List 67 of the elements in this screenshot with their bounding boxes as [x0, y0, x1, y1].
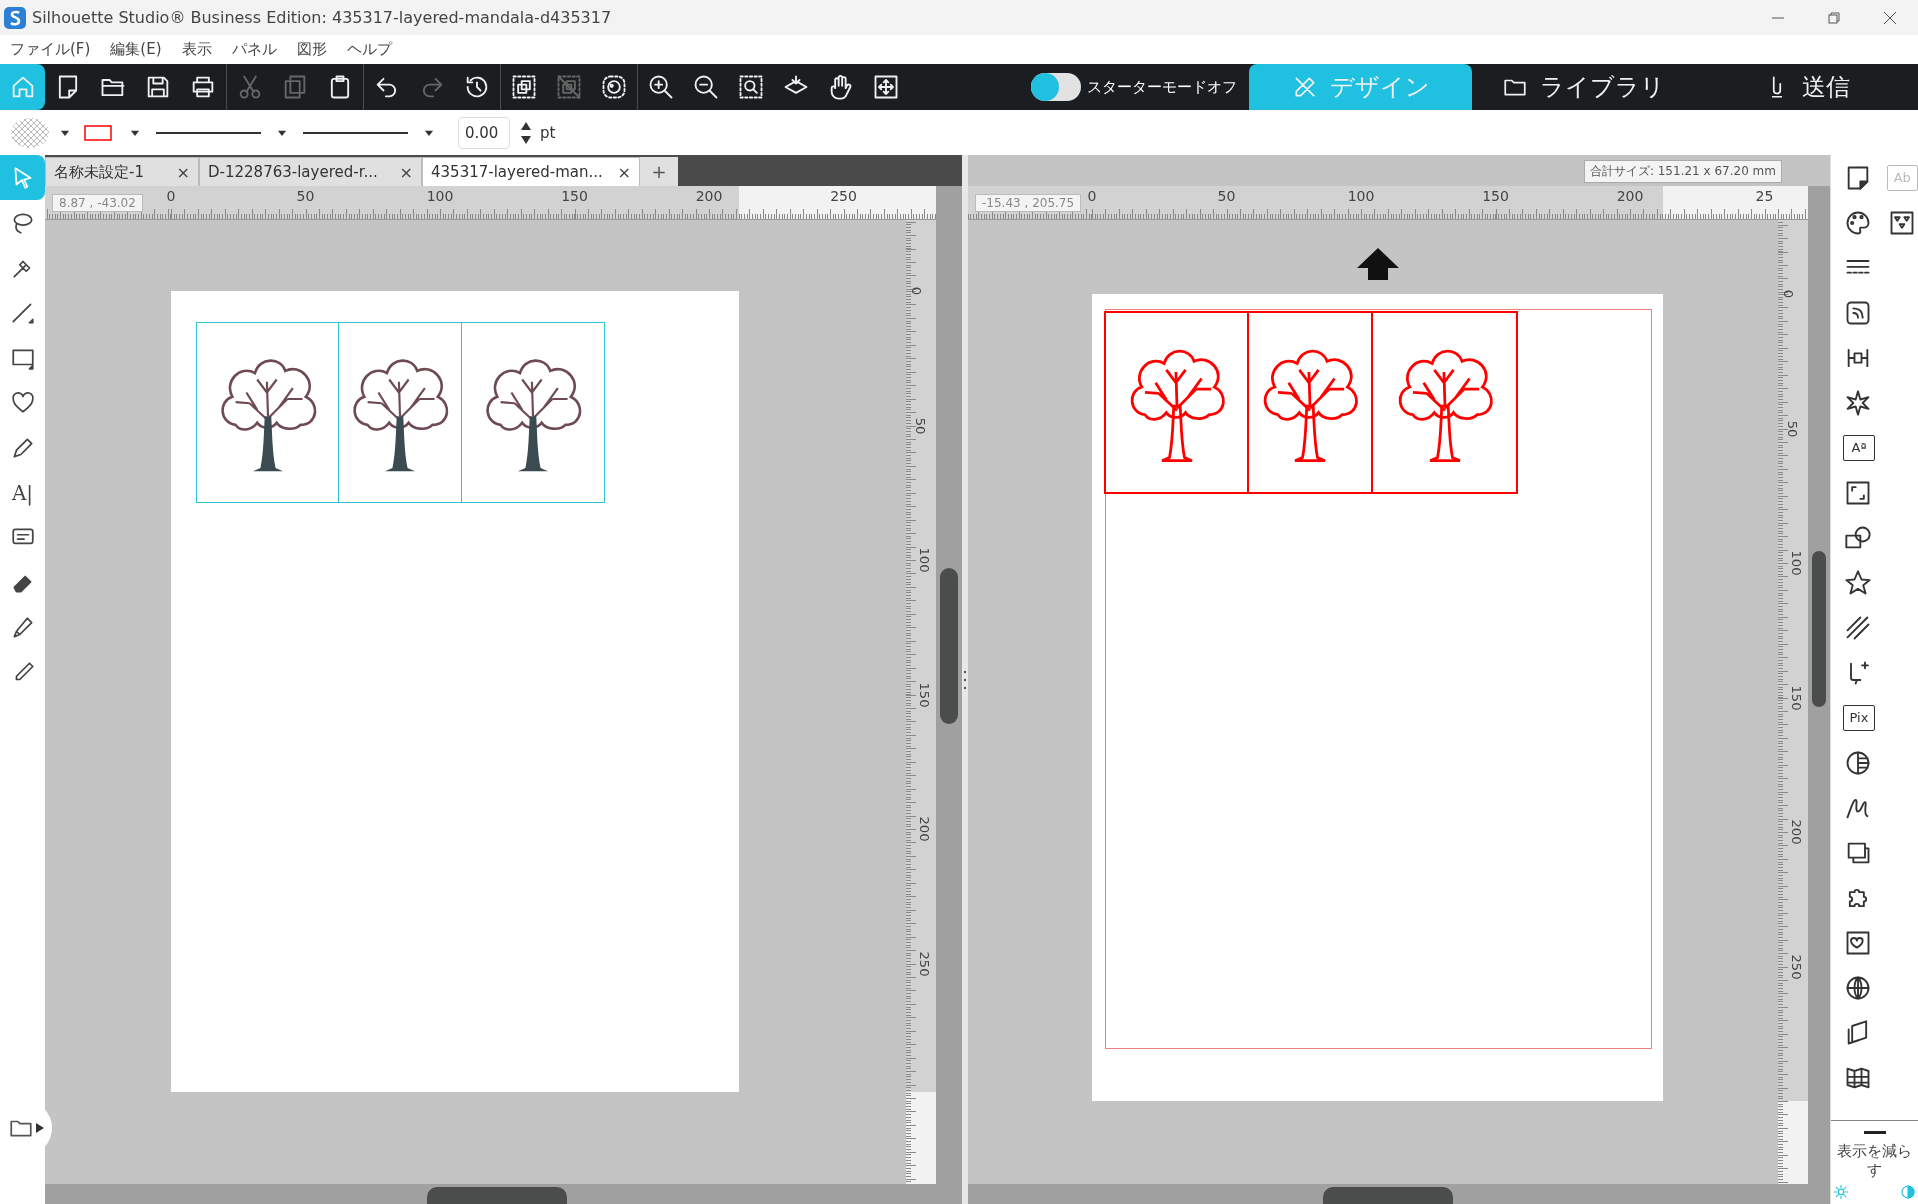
text-tool[interactable]: A|	[0, 470, 45, 515]
app-logo-icon	[4, 6, 26, 29]
line-style-sample[interactable]	[156, 131, 261, 134]
tab-close-button[interactable]: ×	[399, 162, 413, 182]
star-icon	[1844, 568, 1872, 597]
half-circle-icon	[1900, 1184, 1916, 1200]
mode-tab[interactable]: 送信	[1695, 64, 1918, 110]
document-tab[interactable]: D-1228763-layered-r... ×	[199, 157, 422, 186]
ruler-label: 250	[916, 951, 932, 976]
ruler-label: 0	[1087, 188, 1097, 204]
ruler-label: 100	[1347, 188, 1375, 204]
ruler-label: 100	[916, 547, 932, 573]
ruler-label: 50	[296, 188, 315, 204]
line-style-sample[interactable]	[303, 131, 408, 134]
line-width-field[interactable]: 0.00	[458, 116, 510, 149]
line-color-swatch[interactable]	[84, 124, 112, 141]
mode-tab[interactable]: ライブラリ	[1472, 64, 1695, 110]
scrollbar-thumb[interactable]	[1323, 1187, 1453, 1204]
menu-item[interactable]: 図形	[286, 40, 337, 59]
size-readout: 合計サイズ: 151.21 x 67.20 mm	[1583, 160, 1782, 183]
ruler-label: 200	[916, 816, 932, 842]
cursor-coordinates: 8.87 , -43.02	[52, 194, 143, 212]
ruler-label: 0	[1780, 289, 1796, 299]
ruler-label: 150	[1788, 685, 1804, 710]
ruler-label: 150	[1482, 188, 1509, 204]
document-tab[interactable]: 435317-layered-man... ×	[422, 157, 640, 186]
document-tab[interactable]: 名称未設定-1 ×	[45, 157, 199, 186]
new-tab-button[interactable]: +	[640, 157, 678, 186]
ruler-label: 25	[1755, 188, 1774, 204]
ruler-label: 200	[1788, 819, 1804, 845]
menu-item[interactable]: 表示	[171, 40, 222, 59]
ruler-label: 150	[916, 682, 932, 707]
ruler-label: 100	[1788, 550, 1804, 576]
scrollbar-thumb[interactable]	[427, 1187, 567, 1204]
tab-close-button[interactable]: ×	[617, 162, 631, 182]
gear-icon	[1833, 1184, 1849, 1200]
ruler-label: 50	[1217, 188, 1236, 204]
ruler-label: 100	[426, 188, 454, 204]
ruler-label: 50	[1784, 420, 1800, 437]
scrollbar-thumb[interactable]	[1812, 551, 1826, 707]
tab-close-button[interactable]: ×	[176, 162, 190, 182]
ruler-label: 50	[912, 417, 928, 434]
menu-item[interactable]: 編集(E)	[100, 40, 172, 59]
show-less-button[interactable]: 表示を減らす	[1831, 1120, 1918, 1180]
toggle-switch[interactable]	[1031, 73, 1081, 101]
ruler-label: 250	[1788, 954, 1804, 979]
toggle-label: スターターモードオフ	[1087, 77, 1237, 97]
text-style-button[interactable]: Aª	[1843, 434, 1875, 461]
menu-item[interactable]: ヘルプ	[336, 40, 402, 59]
ruler-label: 0	[908, 286, 924, 296]
ruler-label: 250	[830, 188, 857, 204]
unit-label: pt	[540, 123, 556, 142]
menu-item[interactable]: ファイル(F)	[0, 40, 101, 59]
starburst-icon	[1844, 388, 1872, 417]
up-arrow-icon	[1357, 248, 1399, 280]
cursor-coordinates: -15.43 , 205.75	[975, 194, 1082, 212]
ruler-label: 200	[1616, 188, 1644, 204]
window-title: Silhouette Studio® Business Edition: 435317-layered-mandala-d435317	[32, 8, 613, 27]
grip-icon[interactable]	[963, 668, 967, 691]
ruler-label: 150	[561, 188, 588, 204]
ruler-label: 0	[166, 188, 176, 204]
restore-icon[interactable]	[1826, 9, 1842, 26]
pixel-trace-button[interactable]: Pix	[1843, 704, 1875, 731]
scrollbar-thumb[interactable]	[940, 568, 958, 724]
ruler-label: 200	[695, 188, 723, 204]
close-icon[interactable]	[1882, 9, 1898, 26]
menu-item[interactable]: パネル	[221, 40, 287, 59]
